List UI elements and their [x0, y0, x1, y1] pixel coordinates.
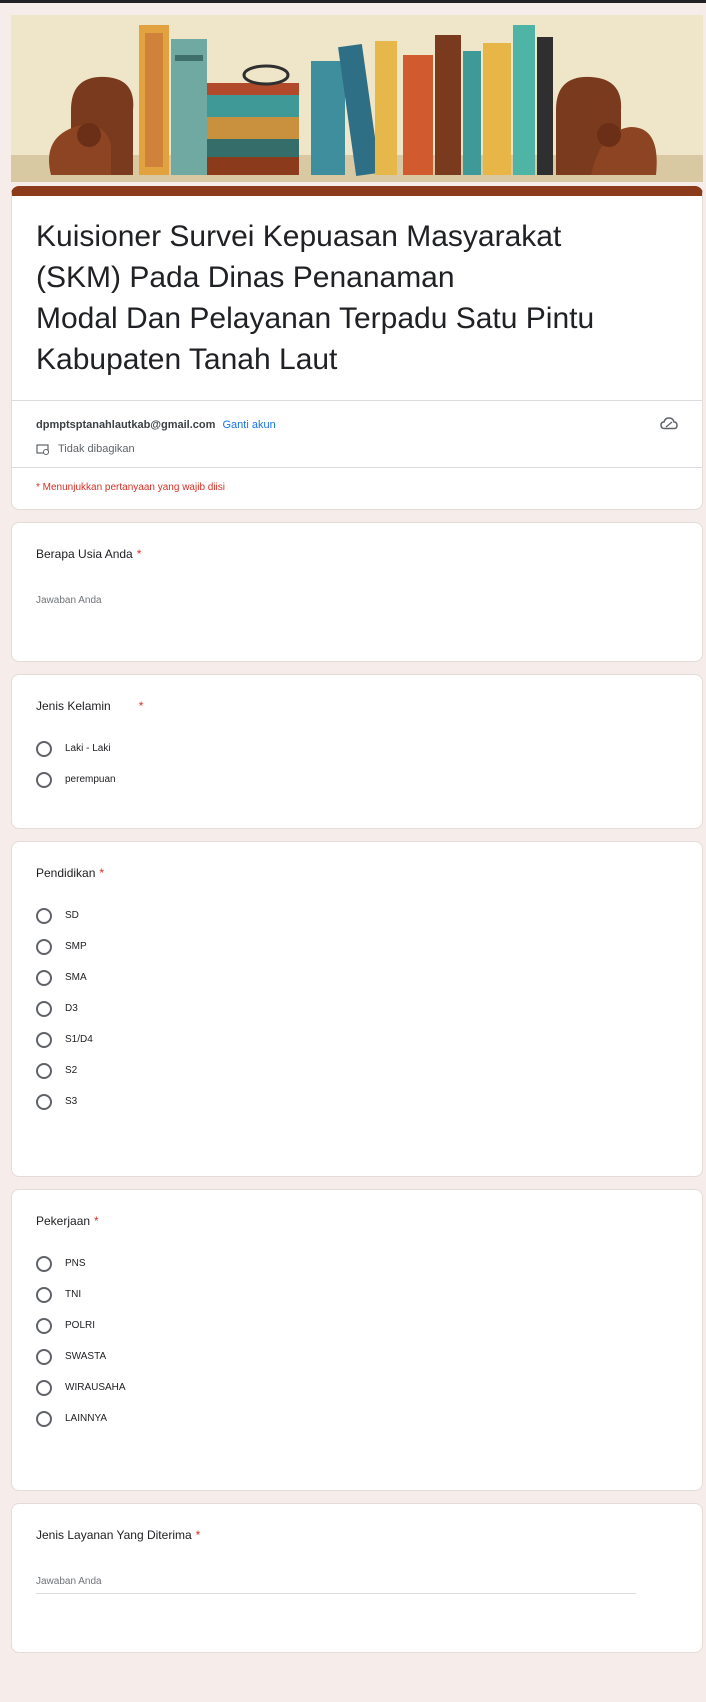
switch-account-link[interactable]: Ganti akun — [222, 419, 275, 431]
form-page: Kuisioner Survei Kepuasan Masyarakat (SK… — [11, 15, 703, 1653]
not-shared-row: Tidak dibagikan — [12, 441, 702, 467]
option-laki-laki[interactable]: Laki - Laki — [36, 733, 678, 764]
option-sd[interactable]: SD — [36, 900, 678, 931]
option-swasta[interactable]: SWASTA — [36, 1341, 678, 1372]
not-shared-icon — [36, 444, 49, 455]
option-polri[interactable]: POLRI — [36, 1310, 678, 1341]
option-d3[interactable]: D3 — [36, 993, 678, 1024]
option-perempuan[interactable]: perempuan — [36, 764, 678, 795]
window-top-edge — [0, 0, 706, 3]
form-title: Kuisioner Survei Kepuasan Masyarakat (SK… — [36, 220, 595, 376]
required-star: * — [138, 699, 144, 713]
question-card-gender: Jenis Kelamin * Laki - Laki perempuan — [11, 674, 703, 829]
required-star: * — [99, 866, 105, 880]
question-card-age: Berapa Usia Anda * Jawaban Anda — [11, 522, 703, 662]
options-list: PNS TNI POLRI SWASTA WIRAUSAHA LAINNYA — [36, 1248, 678, 1434]
option-s2[interactable]: S2 — [36, 1055, 678, 1086]
radio-icon[interactable] — [36, 1062, 52, 1079]
question-card-service: Jenis Layanan Yang Diterima * Jawaban And… — [11, 1503, 703, 1653]
option-pns[interactable]: PNS — [36, 1248, 678, 1279]
radio-icon[interactable] — [36, 1031, 52, 1048]
required-star: * — [94, 1214, 99, 1228]
question-title: Pekerjaan * — [36, 1214, 99, 1228]
required-star: * — [136, 547, 142, 561]
question-title: Jenis Layanan Yang Diterima * — [36, 1528, 201, 1542]
question-card-occupation: Pekerjaan * PNS TNI POLRI SWASTA WIRAUSAH… — [11, 1189, 703, 1491]
radio-icon[interactable] — [36, 740, 52, 757]
radio-icon[interactable] — [36, 1379, 52, 1396]
cloud-icon[interactable] — [660, 416, 678, 433]
options-list: SD SMP SMA D3 S1/D4 S2 S3 — [36, 900, 678, 1117]
radio-icon[interactable] — [36, 1317, 52, 1334]
account-row: dpmptsptanahlautkab@gmail.com Ganti akun — [12, 401, 702, 441]
not-shared-label: Tidak dibagikan — [58, 443, 135, 455]
radio-icon[interactable] — [36, 969, 52, 986]
option-wirausaha[interactable]: WIRAUSAHA — [36, 1372, 678, 1403]
radio-icon[interactable] — [36, 1000, 52, 1017]
question-title: Berapa Usia Anda * — [36, 547, 142, 561]
radio-icon[interactable] — [36, 1410, 52, 1427]
account-email: dpmptsptanahlautkab@gmail.com — [36, 419, 216, 431]
header-banner-image — [11, 15, 703, 182]
radio-icon[interactable] — [36, 907, 52, 924]
radio-icon[interactable] — [36, 1093, 52, 1110]
option-s3[interactable]: S3 — [36, 1086, 678, 1117]
option-s1-d4[interactable]: S1/D4 — [36, 1024, 678, 1055]
option-smp[interactable]: SMP — [36, 931, 678, 962]
radio-icon[interactable] — [36, 938, 52, 955]
question-title: Pendidikan * — [36, 866, 105, 880]
answer-input[interactable]: Jawaban Anda — [36, 1576, 636, 1594]
radio-icon[interactable] — [36, 771, 52, 788]
required-note: * Menunjukkan pertanyaan yang wajib diis… — [36, 482, 226, 493]
option-lainnya[interactable]: LAINNYA — [36, 1403, 678, 1434]
radio-icon[interactable] — [36, 1286, 52, 1303]
required-star: * — [195, 1528, 201, 1542]
option-sma[interactable]: SMA — [36, 962, 678, 993]
question-card-education: Pendidikan * SD SMP SMA D3 S1/D4 S2 S3 — [11, 841, 703, 1177]
radio-icon[interactable] — [36, 1255, 52, 1272]
question-title: Jenis Kelamin * — [36, 699, 144, 713]
radio-icon[interactable] — [36, 1348, 52, 1365]
option-tni[interactable]: TNI — [36, 1279, 678, 1310]
options-list: Laki - Laki perempuan — [36, 733, 678, 795]
answer-input[interactable]: Jawaban Anda — [36, 595, 678, 612]
form-header-card: Kuisioner Survei Kepuasan Masyarakat (SK… — [11, 186, 703, 510]
